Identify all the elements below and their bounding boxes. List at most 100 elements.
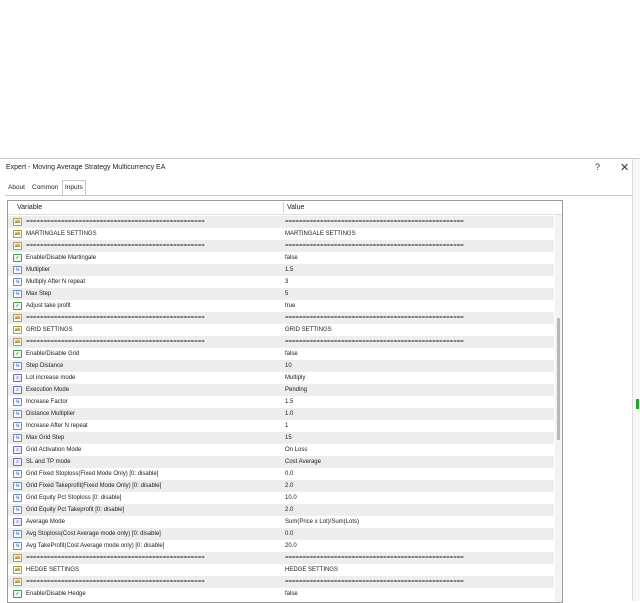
column-header-variable[interactable]: Variable: [17, 204, 42, 211]
value-cell[interactable]: Sum(Price x Lot)/Sum(Lots): [285, 516, 359, 528]
variable-cell: Step Distance: [26, 363, 64, 369]
value-cell[interactable]: GRID SETTINGS: [285, 324, 332, 336]
table-row[interactable]: ab ======================================…: [8, 576, 554, 588]
table-row[interactable]: ½ Avg TakeProfit(Cost Average mode only) …: [8, 540, 554, 552]
value-cell[interactable]: 10.0: [285, 492, 297, 504]
value-cell[interactable]: 2.0: [285, 480, 293, 492]
number-type-icon: ½: [13, 410, 22, 418]
table-row[interactable]: ab ======================================…: [8, 312, 554, 324]
bool-type-icon: ✓: [13, 302, 22, 310]
table-row[interactable]: ½ Grid Fixed Stoploss(Fixed Mode Only) [0…: [8, 468, 554, 480]
value-cell[interactable]: ========================================…: [285, 576, 464, 588]
table-row[interactable]: ≡ Average Mode Sum(Price x Lot)/Sum(Lots): [8, 516, 554, 528]
table-row[interactable]: ab ======================================…: [8, 216, 554, 228]
table-row[interactable]: ✓ Enable/Disable Hedge false: [8, 588, 554, 600]
number-type-icon: ½: [13, 470, 22, 478]
value-cell[interactable]: 1.5: [285, 396, 293, 408]
value-cell[interactable]: false: [285, 588, 298, 600]
value-cell[interactable]: ========================================…: [285, 552, 464, 564]
string-type-icon: ab: [13, 314, 22, 322]
bool-type-icon: ✓: [13, 590, 22, 598]
table-row[interactable]: ½ Increase After N repeat 1: [8, 420, 554, 432]
column-separator[interactable]: [283, 202, 284, 213]
table-row[interactable]: ½ Avg Stoploss(Cost Average mode only) [0…: [8, 528, 554, 540]
value-cell[interactable]: false: [285, 348, 298, 360]
value-cell[interactable]: ========================================…: [285, 336, 464, 348]
table-row[interactable]: ½ Grid Equity Pct Takeprofit [0: disable]…: [8, 504, 554, 516]
table-row[interactable]: ab ======================================…: [8, 552, 554, 564]
value-cell[interactable]: true: [285, 300, 295, 312]
table-row[interactable]: ½ Increase Factor 1.5: [8, 396, 554, 408]
table-row[interactable]: ≡ Lot increase mode Multiply: [8, 372, 554, 384]
expert-dialog: Expert - Moving Average Strategy Multicu…: [0, 158, 640, 603]
value-cell[interactable]: 2.0: [285, 504, 293, 516]
table-row[interactable]: ≡ SL and TP mode Cost Average: [8, 456, 554, 468]
value-cell[interactable]: ========================================…: [285, 216, 464, 228]
value-cell[interactable]: 3: [285, 276, 288, 288]
value-cell[interactable]: 1.5: [285, 264, 293, 276]
scrollbar-thumb[interactable]: [557, 318, 560, 440]
table-row[interactable]: ½ Multiply After N repeat 3: [8, 276, 554, 288]
value-cell[interactable]: On Loss: [285, 444, 307, 456]
window-right-edge: [632, 159, 640, 601]
value-cell[interactable]: 1: [285, 420, 288, 432]
table-row[interactable]: ≡ Grid Activation Mode On Loss: [8, 444, 554, 456]
table-row[interactable]: ½ Max Grid Step 15: [8, 432, 554, 444]
value-cell[interactable]: HEDGE SETTINGS: [285, 564, 338, 576]
value-cell[interactable]: false: [285, 252, 298, 264]
table-row[interactable]: ✓ Adjust take profit true: [8, 300, 554, 312]
table-row[interactable]: ✓ Enable/Disable Grid false: [8, 348, 554, 360]
table-row[interactable]: ½ Grid Fixed Takeprofit(Fixed Mode Only) …: [8, 480, 554, 492]
table-row[interactable]: ab ======================================…: [8, 336, 554, 348]
tab-inputs[interactable]: Inputs: [62, 180, 86, 196]
vertical-scrollbar[interactable]: [555, 215, 562, 602]
variable-cell: Enable/Disable Martingale: [26, 255, 97, 261]
value-cell[interactable]: 0.0: [285, 528, 293, 540]
inputs-grid[interactable]: Variable Value ab =======================…: [7, 200, 563, 603]
table-row[interactable]: ½ Grid Equity Pct Stoploss [0: disable] 10…: [8, 492, 554, 504]
value-cell[interactable]: Cost Average: [285, 456, 321, 468]
variable-cell: Max Grid Step: [26, 435, 65, 441]
value-cell[interactable]: 5: [285, 288, 288, 300]
variable-cell: Grid Activation Mode: [26, 447, 82, 453]
table-row[interactable]: ab GRID SETTINGS GRID SETTINGS: [8, 324, 554, 336]
value-cell[interactable]: ========================================…: [285, 240, 464, 252]
table-row[interactable]: ½ Multiplier 1.5: [8, 264, 554, 276]
value-cell[interactable]: Multiply: [285, 372, 305, 384]
number-type-icon: ½: [13, 266, 22, 274]
value-cell[interactable]: 1.0: [285, 408, 293, 420]
variable-cell: Adjust take profit: [26, 303, 71, 309]
table-row[interactable]: ½ Distance Multiplier 1.0: [8, 408, 554, 420]
column-header-value[interactable]: Value: [287, 204, 304, 211]
variable-cell: ========================================…: [26, 219, 205, 225]
value-cell[interactable]: 20.0: [285, 540, 297, 552]
tab-about[interactable]: About: [6, 181, 27, 195]
close-button[interactable]: ✕: [620, 161, 629, 174]
table-row[interactable]: ab ======================================…: [8, 240, 554, 252]
table-row[interactable]: ab MARTINGALE SETTINGS MARTINGALE SETTINGS: [8, 228, 554, 240]
value-cell[interactable]: 0.0: [285, 468, 293, 480]
variable-cell: Grid Fixed Takeprofit(Fixed Mode Only) […: [26, 483, 162, 489]
value-cell[interactable]: MARTINGALE SETTINGS: [285, 228, 356, 240]
variable-cell: ========================================…: [26, 243, 205, 249]
variable-cell: ========================================…: [26, 555, 205, 561]
value-cell[interactable]: 15: [285, 432, 292, 444]
table-row[interactable]: ab HEDGE SETTINGS HEDGE SETTINGS: [8, 564, 554, 576]
number-type-icon: ½: [13, 506, 22, 514]
string-type-icon: ab: [13, 578, 22, 586]
value-cell[interactable]: ========================================…: [285, 312, 464, 324]
number-type-icon: ½: [13, 398, 22, 406]
string-type-icon: ab: [13, 230, 22, 238]
variable-cell: Increase Factor: [26, 399, 68, 405]
string-type-icon: ab: [13, 566, 22, 574]
variable-cell: MARTINGALE SETTINGS: [26, 231, 97, 237]
value-cell[interactable]: 10: [285, 360, 292, 372]
variable-cell: Enable/Disable Hedge: [26, 591, 86, 597]
tab-common[interactable]: Common: [30, 181, 60, 195]
value-cell[interactable]: Pending: [285, 384, 307, 396]
table-row[interactable]: ≡ Execution Mode Pending: [8, 384, 554, 396]
help-button[interactable]: ?: [595, 162, 600, 172]
table-row[interactable]: ½ Max Step 5: [8, 288, 554, 300]
table-row[interactable]: ½ Step Distance 10: [8, 360, 554, 372]
table-row[interactable]: ✓ Enable/Disable Martingale false: [8, 252, 554, 264]
